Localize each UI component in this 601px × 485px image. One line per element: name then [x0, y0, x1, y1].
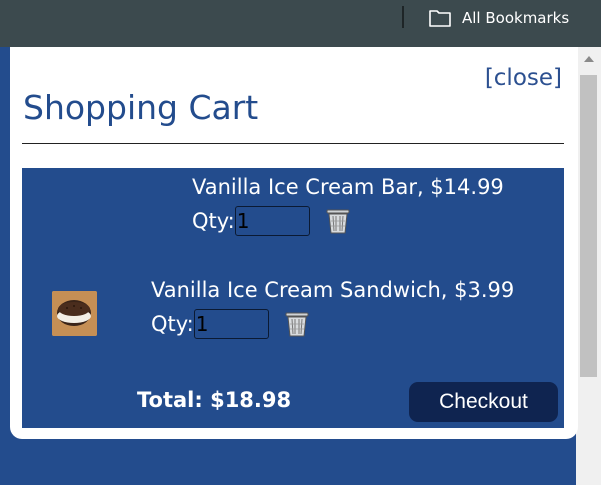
trash-icon[interactable] — [285, 310, 309, 338]
qty-row: Qty: — [192, 206, 504, 236]
cart-item: Vanilla Ice Cream Bar, $14.99 Qty: — [192, 175, 504, 236]
cart-total: Total: $18.98 — [137, 388, 292, 412]
toolbar-separator — [402, 6, 404, 28]
cart-item-name: Vanilla Ice Cream Bar, $14.99 — [192, 175, 504, 199]
checkout-button[interactable]: Checkout — [409, 382, 558, 422]
ice-cream-sandwich-image — [52, 291, 97, 336]
all-bookmarks-label: All Bookmarks — [462, 9, 570, 27]
folder-icon — [429, 10, 451, 27]
cart-item-name: Vanilla Ice Cream Sandwich, $3.99 — [151, 278, 515, 302]
shopping-cart-modal: [close] Shopping Cart Vanilla Ice Cream … — [10, 47, 578, 439]
close-link[interactable]: [close] — [485, 65, 562, 91]
modal-title: Shopping Cart — [23, 88, 259, 127]
trash-icon[interactable] — [326, 207, 350, 235]
qty-row: Qty: — [151, 309, 514, 339]
scroll-up-arrow-icon[interactable] — [584, 56, 594, 62]
qty-label: Qty: — [151, 312, 194, 336]
scroll-thumb[interactable] — [580, 75, 597, 377]
cart-items-panel: Vanilla Ice Cream Bar, $14.99 Qty: 1 Van… — [22, 168, 564, 428]
qty-label: Qty: — [192, 209, 235, 233]
qty-input[interactable] — [193, 309, 269, 339]
browser-bookmarks-bar: All Bookmarks — [0, 0, 601, 47]
title-divider — [22, 143, 564, 144]
vertical-scrollbar[interactable] — [576, 47, 601, 485]
cart-item: Vanilla Ice Cream Sandwich, $3.99 Qty: — [151, 278, 514, 339]
all-bookmarks-button[interactable]: All Bookmarks — [428, 5, 569, 31]
qty-input[interactable] — [234, 206, 310, 236]
